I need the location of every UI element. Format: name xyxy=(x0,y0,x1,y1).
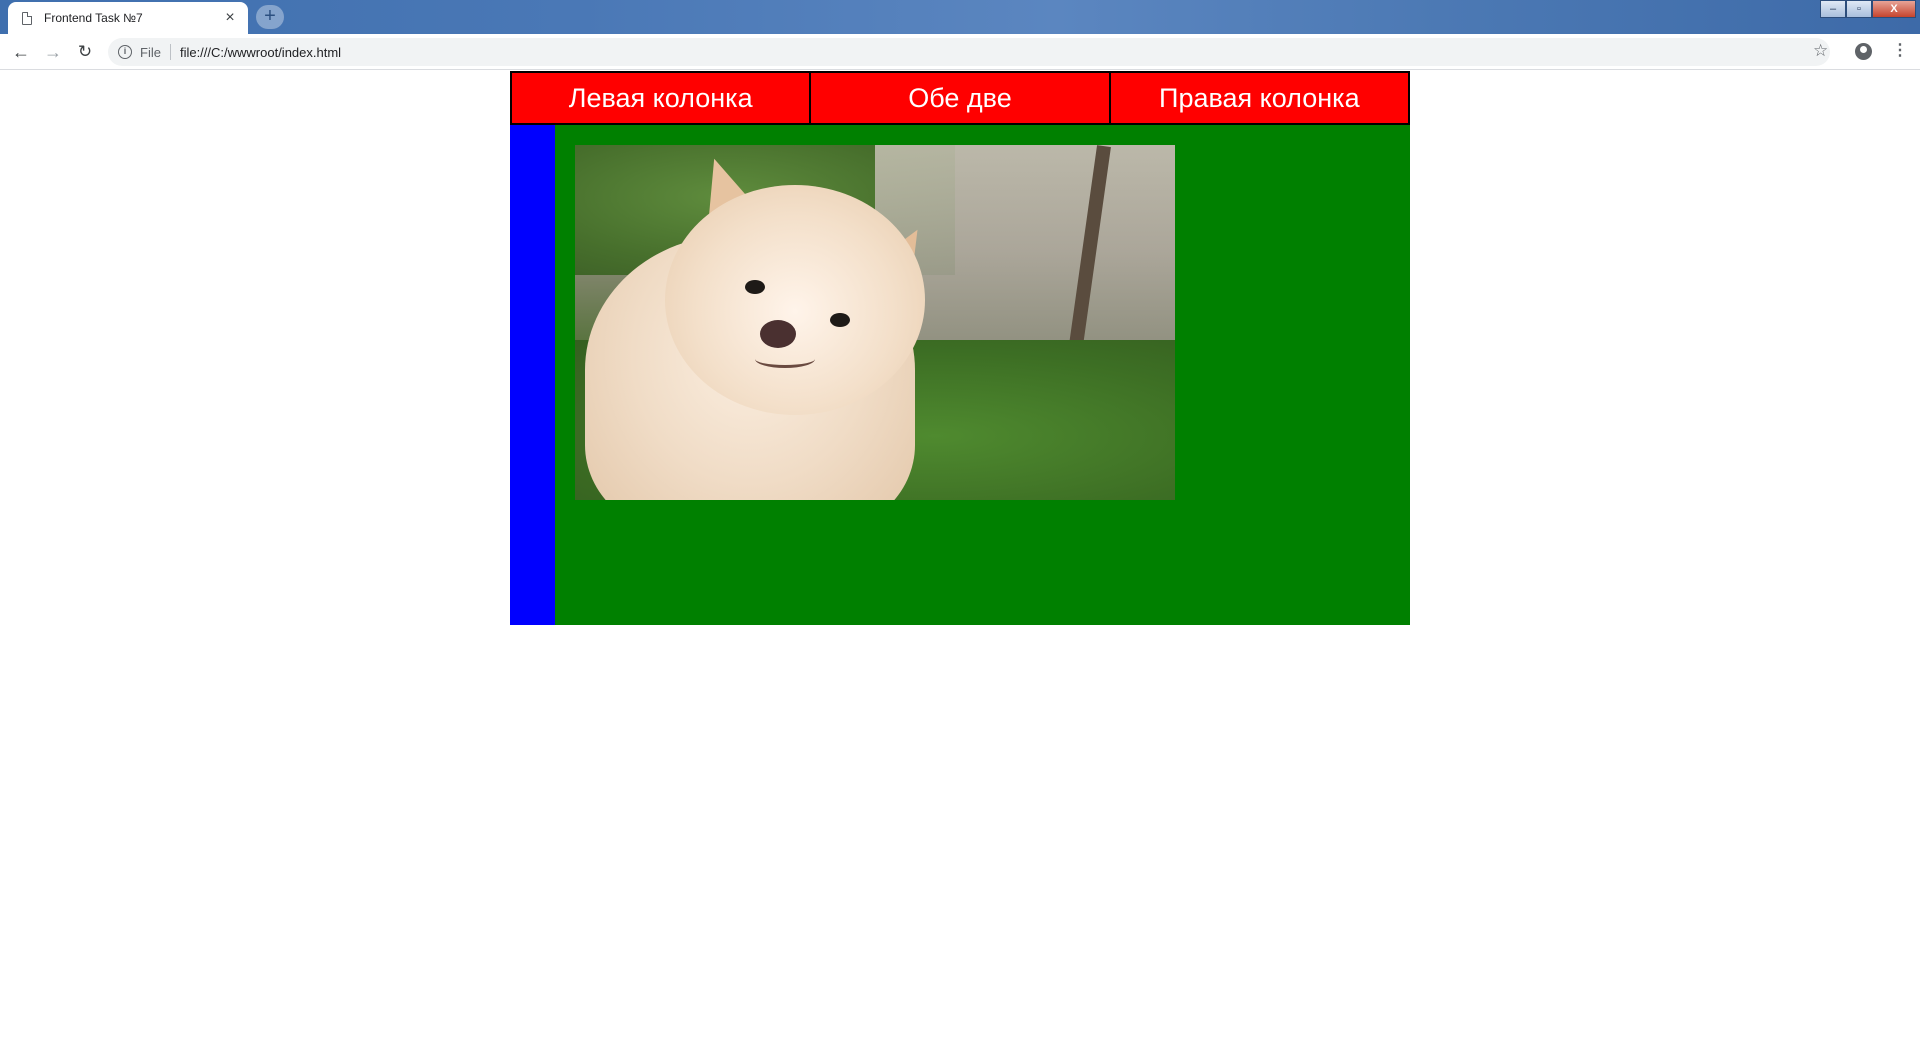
page-layout: Левая колонка Обе две Правая колонка xyxy=(510,71,1410,625)
browser-titlebar: Frontend Task №7 × + – ▫ X xyxy=(0,0,1920,34)
dog-photo xyxy=(575,145,1175,500)
tab-left-column[interactable]: Левая колонка xyxy=(510,71,812,125)
page-icon xyxy=(22,11,32,25)
info-icon[interactable]: i xyxy=(118,45,132,59)
minimize-button[interactable]: – xyxy=(1820,0,1846,18)
browser-tab-active[interactable]: Frontend Task №7 × xyxy=(8,2,248,34)
main-column xyxy=(555,125,1410,625)
tab-right-column[interactable]: Правая колонка xyxy=(1110,71,1410,125)
bookmark-star-icon[interactable]: ☆ xyxy=(1813,41,1828,61)
divider xyxy=(169,44,171,60)
close-tab-icon[interactable]: × xyxy=(222,10,238,26)
left-column xyxy=(510,125,555,625)
browser-toolbar: ← → ↻ i File file:///C:/wwwroot/index.ht… xyxy=(0,34,1920,70)
tab-title: Frontend Task №7 xyxy=(44,11,143,25)
new-tab-button[interactable]: + xyxy=(256,5,284,29)
reload-icon[interactable]: ↻ xyxy=(73,40,97,64)
column-tabs: Левая колонка Обе две Правая колонка xyxy=(510,71,1410,125)
url-text[interactable]: file:///C:/wwwroot/index.html xyxy=(180,45,341,60)
forward-icon[interactable]: → xyxy=(41,40,65,64)
window-close-button[interactable]: X xyxy=(1872,0,1916,18)
window-controls: – ▫ X xyxy=(1820,0,1916,18)
address-bar[interactable]: i File file:///C:/wwwroot/index.html xyxy=(108,38,1830,66)
menu-icon[interactable]: ⋮ xyxy=(1892,41,1908,61)
content-area xyxy=(510,125,1410,625)
scheme-label: File xyxy=(140,44,161,60)
maximize-button[interactable]: ▫ xyxy=(1846,0,1872,18)
back-icon[interactable]: ← xyxy=(9,40,33,64)
account-icon[interactable] xyxy=(1855,43,1872,60)
tab-both-columns[interactable]: Обе две xyxy=(811,71,1111,125)
